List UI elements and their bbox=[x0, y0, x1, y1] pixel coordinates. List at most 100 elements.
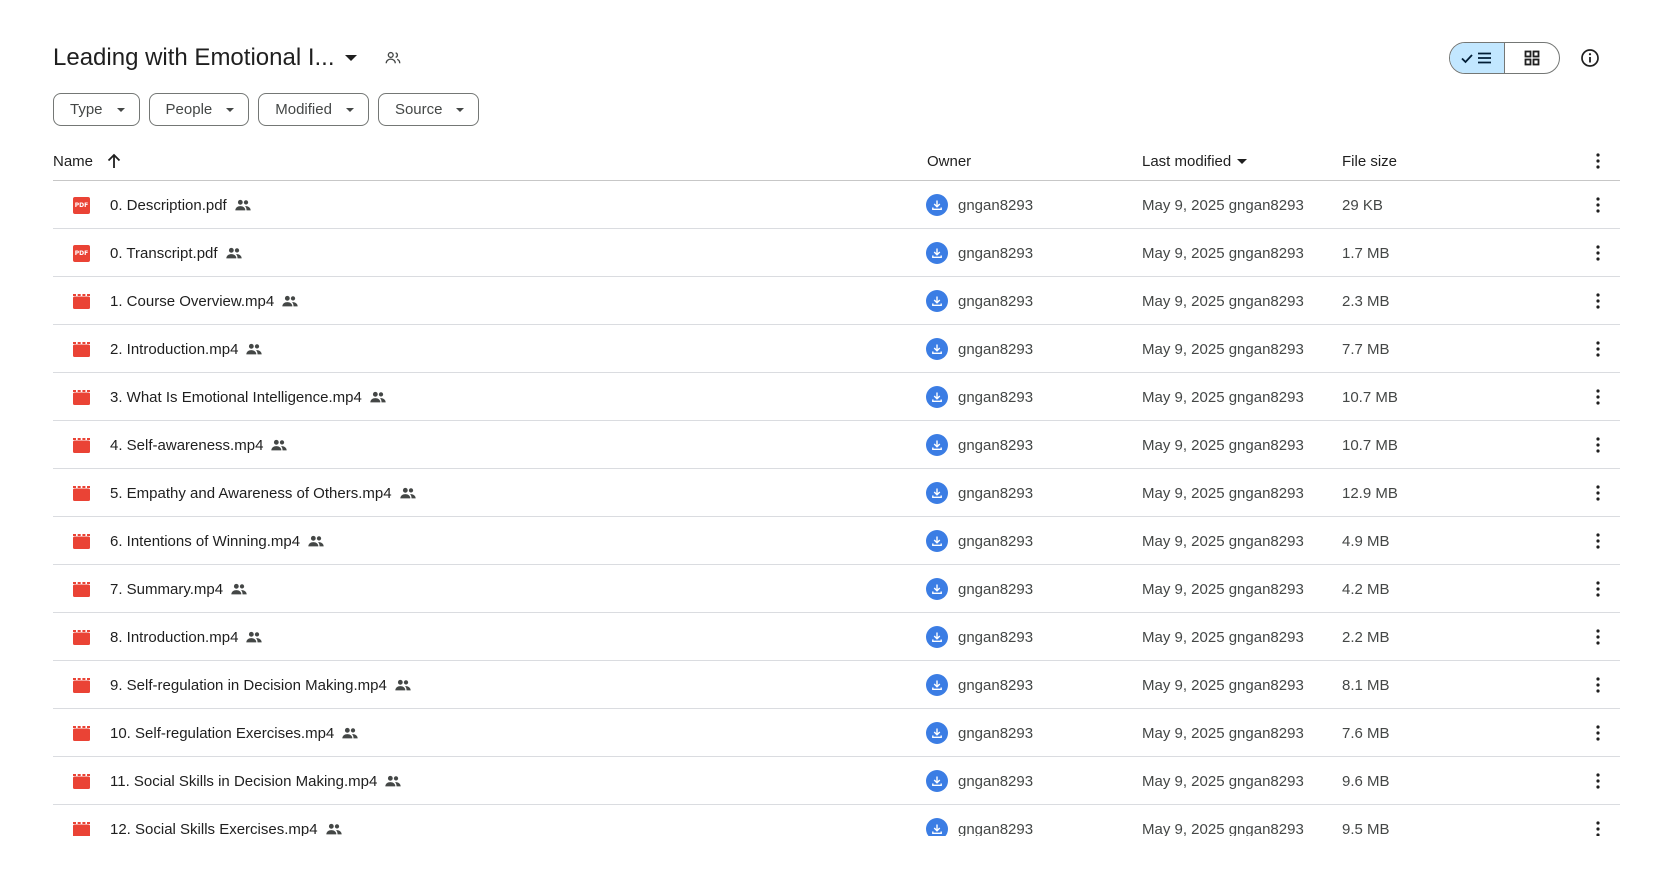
video-file-icon bbox=[73, 485, 90, 501]
file-name-cell[interactable]: 12. Social Skills Exercises.mp4 bbox=[110, 805, 342, 836]
owner-avatar bbox=[926, 818, 948, 836]
filter-source-chip[interactable]: Source bbox=[377, 93, 480, 126]
file-size-text: 1.7 MB bbox=[1342, 244, 1390, 262]
owner-name: gngan8293 bbox=[958, 484, 1034, 502]
file-name-cell[interactable]: 1. Course Overview.mp4 bbox=[110, 277, 298, 325]
owner-avatar bbox=[926, 722, 948, 744]
table-row[interactable]: 2. Introduction.mp4 gngan8293 May 9, 2025 … bbox=[53, 325, 1620, 373]
grid-view-button[interactable] bbox=[1505, 43, 1559, 73]
file-name-cell[interactable]: 6. Intentions of Winning.mp4 bbox=[110, 517, 324, 565]
filter-people-chip[interactable]: People bbox=[148, 93, 250, 126]
owner-avatar bbox=[926, 578, 948, 600]
file-name-cell[interactable]: 10. Self-regulation Exercises.mp4 bbox=[110, 709, 358, 757]
more-actions-icon[interactable] bbox=[1588, 579, 1608, 599]
more-vert-icon[interactable] bbox=[1588, 151, 1608, 171]
file-name: 0. Description.pdf bbox=[110, 196, 227, 214]
file-name: 12. Social Skills Exercises.mp4 bbox=[110, 820, 318, 837]
table-row[interactable]: 10. Self-regulation Exercises.mp4 gngan82… bbox=[53, 709, 1620, 757]
file-name-cell[interactable]: 11. Social Skills in Decision Making.mp4 bbox=[110, 757, 402, 805]
more-actions-icon[interactable] bbox=[1588, 627, 1608, 647]
more-actions-icon[interactable] bbox=[1588, 723, 1608, 743]
file-size-cell: 7.6 MB bbox=[1342, 709, 1390, 757]
more-actions-icon[interactable] bbox=[1588, 387, 1608, 407]
list-view-button[interactable] bbox=[1450, 43, 1505, 73]
owner-avatar bbox=[926, 338, 948, 360]
table-row[interactable]: 5. Empathy and Awareness of Others.mp4 gn… bbox=[53, 469, 1620, 517]
more-actions-icon[interactable] bbox=[1588, 771, 1608, 791]
view-toggle bbox=[1449, 42, 1560, 74]
owner-name: gngan8293 bbox=[958, 388, 1034, 406]
file-size-cell: 10.7 MB bbox=[1342, 421, 1398, 469]
last-modified-cell: May 9, 2025 gngan8293 bbox=[1142, 517, 1304, 565]
table-row[interactable]: 1. Course Overview.mp4 gngan8293 May 9, 20… bbox=[53, 277, 1620, 325]
more-actions-icon[interactable] bbox=[1588, 531, 1608, 551]
file-name-cell[interactable]: 2. Introduction.mp4 bbox=[110, 325, 263, 373]
more-actions-icon[interactable] bbox=[1588, 339, 1608, 359]
video-file-icon bbox=[73, 629, 90, 645]
table-row[interactable]: 7. Summary.mp4 gngan8293 May 9, 2025 gngan… bbox=[53, 565, 1620, 613]
more-actions-icon[interactable] bbox=[1588, 243, 1608, 263]
folder-title-dropdown[interactable]: Leading with Emotional I... bbox=[53, 38, 403, 78]
shared-icon bbox=[399, 487, 416, 499]
file-name: 4. Self-awareness.mp4 bbox=[110, 436, 264, 454]
column-header-name[interactable]: Name bbox=[53, 141, 121, 181]
filter-bar: Type People Modified Source bbox=[53, 93, 480, 126]
caret-down-icon bbox=[456, 107, 465, 112]
more-actions-icon[interactable] bbox=[1588, 483, 1608, 503]
table-row[interactable]: 11. Social Skills in Decision Making.mp4… bbox=[53, 757, 1620, 805]
owner-name: gngan8293 bbox=[958, 628, 1034, 646]
caret-down-icon bbox=[226, 107, 235, 112]
file-size-text: 9.5 MB bbox=[1342, 820, 1390, 837]
last-modified-text: May 9, 2025 gngan8293 bbox=[1142, 292, 1304, 310]
file-name-cell[interactable]: 0. Description.pdf bbox=[110, 181, 251, 229]
file-name-cell[interactable]: 3. What Is Emotional Intelligence.mp4 bbox=[110, 373, 386, 421]
filter-type-chip[interactable]: Type bbox=[53, 93, 140, 126]
column-header-last-modified[interactable]: Last modified bbox=[1142, 141, 1248, 181]
owner-cell: gngan8293 bbox=[926, 517, 1033, 565]
video-file-icon bbox=[73, 293, 90, 309]
file-size-cell: 7.7 MB bbox=[1342, 325, 1390, 373]
file-name-cell[interactable]: 8. Introduction.mp4 bbox=[110, 613, 263, 661]
table-row[interactable]: 6. Intentions of Winning.mp4 gngan8293 May… bbox=[53, 517, 1620, 565]
table-row[interactable]: 3. What Is Emotional Intelligence.mp4 gng… bbox=[53, 373, 1620, 421]
info-icon[interactable] bbox=[1578, 46, 1602, 70]
more-actions-icon[interactable] bbox=[1588, 195, 1608, 215]
sort-arrow-up-icon[interactable] bbox=[107, 153, 121, 169]
file-name-cell[interactable]: 9. Self-regulation in Decision Making.mp… bbox=[110, 661, 411, 709]
filter-modified-chip[interactable]: Modified bbox=[258, 93, 369, 126]
last-modified-text: May 9, 2025 gngan8293 bbox=[1142, 532, 1304, 550]
column-header-owner[interactable]: Owner bbox=[927, 141, 971, 181]
last-modified-text: May 9, 2025 gngan8293 bbox=[1142, 244, 1304, 262]
owner-cell: gngan8293 bbox=[926, 757, 1033, 805]
table-row[interactable]: PDF 0. Description.pdf gngan8293 May 9, 202… bbox=[53, 181, 1620, 229]
table-row[interactable]: PDF 0. Transcript.pdf gngan8293 May 9, 2025… bbox=[53, 229, 1620, 277]
table-row[interactable]: 4. Self-awareness.mp4 gngan8293 May 9, 202… bbox=[53, 421, 1620, 469]
file-size-text: 2.2 MB bbox=[1342, 628, 1390, 646]
owner-cell: gngan8293 bbox=[926, 661, 1033, 709]
last-modified-text: May 9, 2025 gngan8293 bbox=[1142, 436, 1304, 454]
file-type-icon-cell: PDF bbox=[73, 181, 91, 229]
owner-cell: gngan8293 bbox=[926, 805, 1033, 836]
more-actions-icon[interactable] bbox=[1588, 435, 1608, 455]
file-name-cell[interactable]: 0. Transcript.pdf bbox=[110, 229, 242, 277]
shared-people-icon[interactable] bbox=[383, 48, 403, 68]
last-modified-cell: May 9, 2025 gngan8293 bbox=[1142, 613, 1304, 661]
file-name-cell[interactable]: 4. Self-awareness.mp4 bbox=[110, 421, 288, 469]
file-size-text: 10.7 MB bbox=[1342, 436, 1398, 454]
table-row[interactable]: 12. Social Skills Exercises.mp4 gngan8293… bbox=[53, 805, 1620, 836]
more-actions-icon[interactable] bbox=[1588, 675, 1608, 695]
file-size-cell: 2.3 MB bbox=[1342, 277, 1390, 325]
owner-avatar bbox=[926, 626, 948, 648]
file-name-cell[interactable]: 5. Empathy and Awareness of Others.mp4 bbox=[110, 469, 416, 517]
more-actions-icon[interactable] bbox=[1588, 291, 1608, 311]
last-modified-cell: May 9, 2025 gngan8293 bbox=[1142, 229, 1304, 277]
file-name-cell[interactable]: 7. Summary.mp4 bbox=[110, 565, 247, 613]
video-file-icon bbox=[73, 533, 90, 549]
more-actions-icon[interactable] bbox=[1588, 819, 1608, 836]
column-header-file-size[interactable]: File size bbox=[1342, 141, 1397, 181]
owner-name: gngan8293 bbox=[958, 820, 1034, 837]
table-row[interactable]: 8. Introduction.mp4 gngan8293 May 9, 2025 … bbox=[53, 613, 1620, 661]
table-row[interactable]: 9. Self-regulation in Decision Making.mp… bbox=[53, 661, 1620, 709]
video-file-icon bbox=[73, 821, 90, 836]
file-size-cell: 1.7 MB bbox=[1342, 229, 1390, 277]
